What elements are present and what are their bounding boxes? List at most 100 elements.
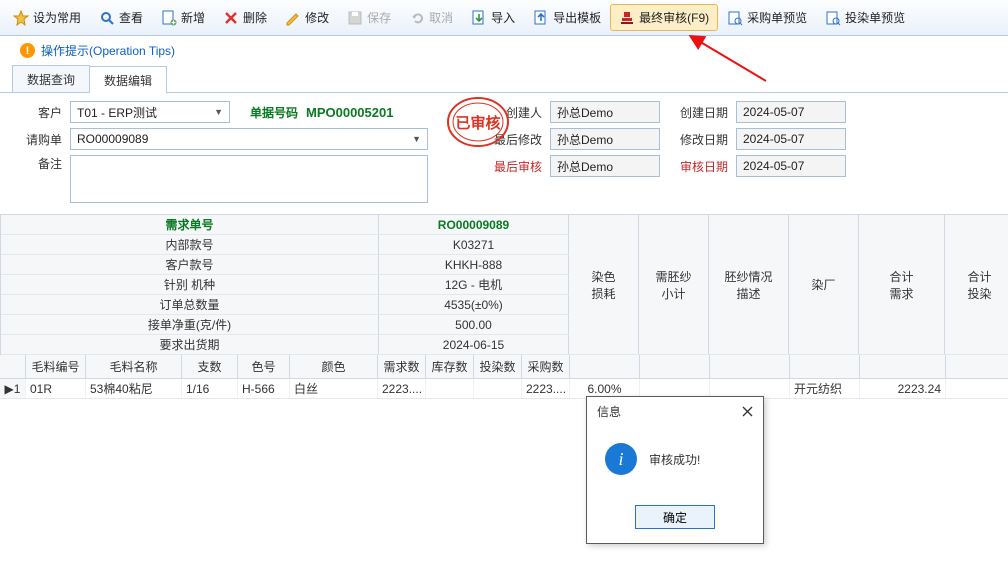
preview-icon (727, 10, 743, 26)
kv-key-6: 要求出货期 (1, 335, 379, 354)
tb-delete[interactable]: 删除 (214, 4, 276, 31)
cell-colorno: H-566 (238, 379, 290, 398)
create-date-label: 创建日期 (668, 104, 728, 121)
audit-date-field: 2024-05-07 (736, 155, 846, 177)
request-combo[interactable]: RO00009089 ▼ (70, 128, 428, 150)
mod-date-field: 2024-05-07 (736, 128, 846, 150)
col-color: 颜色 (290, 355, 378, 378)
info-icon: ! (20, 43, 35, 58)
tips-label: 操作提示(Operation Tips) (41, 42, 175, 59)
save-icon (347, 10, 363, 26)
col-total-need: 合计 需求 (859, 215, 945, 354)
search-icon (99, 10, 115, 26)
cell-total-dye (946, 379, 1008, 398)
tb-import[interactable]: 导入 (462, 4, 524, 31)
dialog-info-icon: i (605, 443, 637, 475)
new-icon (161, 10, 177, 26)
col-mat-name: 毛料名称 (86, 355, 182, 378)
col-need: 需求数 (378, 355, 426, 378)
tb-set-default-label: 设为常用 (33, 9, 81, 26)
customer-value: T01 - ERP测试 (77, 104, 157, 121)
remark-textarea[interactable] (70, 155, 428, 203)
kv-val-0: RO00009089 (379, 215, 569, 234)
sub-columns: 毛料编号 毛料名称 支数 色号 颜色 需求数 库存数 投染数 采购数 (0, 355, 1008, 379)
cell-stock (426, 379, 474, 398)
kv-key-2: 客户款号 (1, 255, 379, 274)
audit-date-label: 审核日期 (668, 158, 728, 175)
lastmod-field: 孙总Demo (550, 128, 660, 150)
request-label: 请购单 (14, 131, 62, 148)
table-row[interactable]: ▶1 01R 53棉40粘尼 1/16 H-566 白丝 2223.... 22… (0, 379, 1008, 399)
cell-buy: 2223.... (522, 379, 570, 398)
col-colorno: 色号 (238, 355, 290, 378)
docno-value: MPO00005201 (306, 105, 426, 120)
tb-final-audit-label: 最终审核(F9) (639, 9, 709, 26)
chevron-down-icon: ▼ (214, 107, 223, 117)
tb-import-label: 导入 (491, 9, 515, 26)
lastaudit-field: 孙总Demo (550, 155, 660, 177)
tb-po-preview-label: 采购单预览 (747, 9, 807, 26)
kv-key-5: 接单净重(克/件) (1, 315, 379, 334)
kv-val-2: KHKH-888 (379, 255, 569, 274)
tb-po-preview[interactable]: 采购单预览 (718, 4, 816, 31)
col-yarn-subtotal: 需胚纱 小计 (639, 215, 709, 354)
tb-export-tpl-label: 导出模板 (553, 9, 601, 26)
tb-save[interactable]: 保存 (338, 4, 400, 31)
grid: 需求单号 内部款号 客户款号 针别 机种 订单总数量 接单净重(克/件) 要求出… (0, 214, 1008, 399)
delete-icon (223, 10, 239, 26)
dialog-close-button[interactable] (737, 401, 757, 421)
tab-query[interactable]: 数据查询 (12, 65, 90, 92)
chevron-down-icon: ▼ (412, 134, 421, 144)
tb-dye-preview[interactable]: 投染单预览 (816, 4, 914, 31)
stamp-icon (619, 10, 635, 26)
kv-key-0: 需求单号 (1, 215, 379, 234)
dialog-title: 信息 (597, 403, 621, 420)
docno-label: 单据号码 (238, 104, 298, 121)
cell-color: 白丝 (290, 379, 378, 398)
lastmod-label: 最后修改 (482, 131, 542, 148)
operation-tips[interactable]: ! 操作提示(Operation Tips) (0, 36, 1008, 65)
tb-export-tpl[interactable]: 导出模板 (524, 4, 610, 31)
tb-edit-label: 修改 (305, 9, 329, 26)
col-count: 支数 (182, 355, 238, 378)
close-icon (742, 406, 753, 417)
mod-date-label: 修改日期 (668, 131, 728, 148)
tb-delete-label: 删除 (243, 9, 267, 26)
export-icon (533, 10, 549, 26)
info-dialog: 信息 i 审核成功! 确定 (586, 396, 764, 544)
col-yarn-desc: 胚纱情况 描述 (709, 215, 789, 354)
star-icon (13, 10, 29, 26)
tb-save-label: 保存 (367, 9, 391, 26)
creator-label: 创建人 (482, 104, 542, 121)
tab-edit[interactable]: 数据编辑 (89, 66, 167, 93)
tb-set-default[interactable]: 设为常用 (4, 4, 90, 31)
col-buy: 采购数 (522, 355, 570, 378)
kv-key-1: 内部款号 (1, 235, 379, 254)
customer-combo[interactable]: T01 - ERP测试 ▼ (70, 101, 230, 123)
cell-code: 01R (26, 379, 86, 398)
tall-columns: 染色 损耗 需胚纱 小计 胚纱情况 描述 染厂 合计 需求 合计 投染 (569, 215, 1008, 355)
col-factory: 染厂 (789, 215, 859, 354)
kv-keys: 需求单号 内部款号 客户款号 针别 机种 订单总数量 接单净重(克/件) 要求出… (1, 215, 379, 355)
tb-view-label: 查看 (119, 9, 143, 26)
tb-new[interactable]: 新增 (152, 4, 214, 31)
col-stock: 库存数 (426, 355, 474, 378)
tb-final-audit[interactable]: 最终审核(F9) (610, 4, 718, 31)
preview-icon (825, 10, 841, 26)
kv-val-1: K03271 (379, 235, 569, 254)
tb-dye-preview-label: 投染单预览 (845, 9, 905, 26)
dialog-ok-button[interactable]: 确定 (635, 505, 715, 529)
cell-factory: 开元纺织 (790, 379, 860, 398)
kv-val-5: 500.00 (379, 315, 569, 334)
tb-new-label: 新增 (181, 9, 205, 26)
lastaudit-label: 最后审核 (482, 158, 542, 175)
kv-key-3: 针别 机种 (1, 275, 379, 294)
tb-view[interactable]: 查看 (90, 4, 152, 31)
kv-values: RO00009089 K03271 KHKH-888 12G - 电机 4535… (379, 215, 569, 355)
remark-label: 备注 (14, 155, 62, 172)
import-icon (471, 10, 487, 26)
tb-edit[interactable]: 修改 (276, 4, 338, 31)
toolbar: 设为常用 查看 新增 删除 修改 保存 取消 导入 导出模板 最终审核(F9) … (0, 0, 1008, 36)
tb-cancel[interactable]: 取消 (400, 4, 462, 31)
request-value: RO00009089 (77, 132, 148, 146)
